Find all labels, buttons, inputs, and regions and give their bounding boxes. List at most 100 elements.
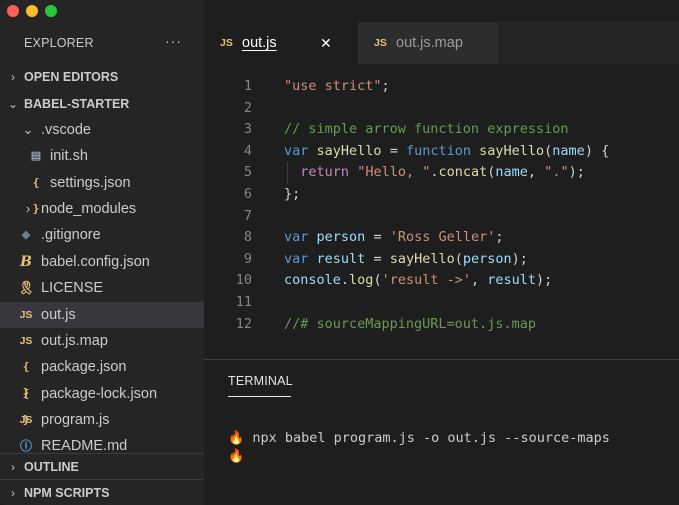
open-editors-label: OPEN EDITORS [24,70,119,84]
terminal-line: 🔥 [228,446,244,466]
tab-out-js[interactable]: JS out.js ✕ [204,22,358,64]
tree-item[interactable]: { } settings.json [0,170,204,215]
tree-item[interactable]: JS program.js [0,407,204,433]
tree-item[interactable]: JS out.js.map [0,328,204,354]
tree-item[interactable]: JS out.js [0,302,204,328]
tree-item-label: settings.json [50,175,131,191]
code-text: var sayHello = function sayHello(name) { [284,142,610,159]
vscode-window: EXPLORER ··· › OPEN EDITORS ⌄ BABEL-STAR… [0,0,679,505]
tree-item[interactable]: Bbabel.config.json [0,249,204,275]
tree-item-label: out.js.map [41,333,108,349]
code-line: 8 var person = 'Ross Geller'; [204,227,679,249]
project-label: BABEL-STARTER [24,97,130,111]
line-number: 7 [243,207,252,224]
open-editors-section[interactable]: › OPEN EDITORS [0,64,204,90]
tree-item[interactable]: › node_modules [0,196,204,222]
code-line: 12 //# sourceMappingURL=out.js.map [204,314,679,336]
close-icon[interactable]: ✕ [320,22,332,64]
tree-item-label: node_modules [41,201,137,217]
chevron-down-icon: ⌄ [22,122,34,137]
tree-item[interactable]: { } package.json [0,354,204,399]
zoom-window-button[interactable] [45,5,57,17]
code-line: 5 return "Hello, ".concat(name, "."); [204,162,679,184]
code-line: 9 var result = sayHello(person); [204,249,679,271]
tree-item-label: LICENSE [41,280,104,296]
project-section[interactable]: ⌄ BABEL-STARTER [0,91,204,117]
shell-file-icon: ▤ [30,150,42,162]
tree-item-label: babel.config.json [41,254,150,270]
terminal-line: 🔥 npx babel program.js -o out.js --sourc… [228,428,610,448]
outline-section[interactable]: › OUTLINE [0,453,204,480]
tree-item[interactable]: { } package-lock.json [0,381,204,426]
explorer-title: EXPLORER [24,36,94,50]
line-number: 9 [243,250,252,267]
code-line: 7 [204,206,679,228]
fire-prompt-icon: 🔥 [228,449,245,464]
close-window-button[interactable] [7,5,19,17]
line-number: 12 [235,315,252,332]
js-file-icon: JS [19,335,33,347]
minimize-window-button[interactable] [26,5,38,17]
chevron-down-icon: ⌄ [7,97,19,111]
tab-label: out.js [242,35,277,51]
tab-terminal[interactable]: TERMINAL [228,374,293,388]
code-line: 4 var sayHello = function sayHello(name) … [204,141,679,163]
js-file-icon: JS [220,37,233,49]
tree-item-label: package-lock.json [41,386,158,402]
tree-item-label: .vscode [41,122,91,138]
code-line: 6}; [204,184,679,206]
editor-tab-bar: JS out.js ✕ JS out.js.map [204,22,679,64]
tree-item-label: program.js [41,412,110,428]
code-line: 2 [204,98,679,120]
tree-item-label: package.json [41,359,127,375]
js-file-icon: JS [19,414,33,426]
code-text: var result = sayHello(person); [284,250,528,267]
active-tab-indicator [228,396,291,397]
chevron-right-icon: › [11,460,15,474]
code-text: // simple arrow function expression [284,121,569,138]
npm-scripts-section[interactable]: › NPM SCRIPTS [0,479,204,505]
tree-item[interactable]: ◆ .gitignore [0,222,204,248]
code-text: return "Hello, ".concat(name, "."); [300,164,585,181]
tree-item[interactable]: ▤ init.sh [0,143,204,169]
line-number: 1 [243,78,252,94]
more-actions-icon[interactable]: ··· [165,33,182,49]
tree-item[interactable]: ⌄ .vscode [0,117,204,143]
code-line: 1 "use strict"; [204,76,679,98]
line-number: 11 [235,294,252,310]
code-text: }; [284,186,301,202]
line-number: 4 [243,142,252,159]
chevron-right-icon: › [25,201,31,216]
code-text: var person = 'Ross Geller'; [284,229,504,246]
line-number: 3 [243,121,252,138]
code-line: 10 console.log('result ->', result); [204,270,679,292]
tree-item[interactable]: 🎗 LICENSE [0,275,204,301]
babel-file-icon: B [20,254,32,270]
git-file-icon: ◆ [21,229,31,241]
code-text: //# sourceMappingURL=out.js.map [284,315,536,332]
code-editor[interactable]: 1 "use strict"; 2 3 // simple arrow function… [204,64,679,359]
terminal-command: npx babel program.js -o out.js --source-… [244,430,610,446]
code-line: 11 [204,292,679,314]
npm-scripts-label: NPM SCRIPTS [24,486,110,500]
line-number: 10 [235,272,252,289]
chevron-right-icon: › [11,70,15,84]
line-number: 8 [243,229,252,246]
line-number: 5 [243,164,252,181]
js-file-icon: JS [374,37,387,49]
code-line: 3 // simple arrow function expression [204,119,679,141]
code-text: console.log('result ->', result); [284,272,553,289]
window-controls [7,5,57,17]
code-text: "use strict"; [284,78,390,94]
tab-label: out.js.map [396,35,463,51]
chevron-right-icon: › [11,486,15,500]
tree-item-label: out.js [41,307,76,323]
tab-out-js-map[interactable]: JS out.js.map [358,22,498,64]
fire-prompt-icon: 🔥 [228,431,245,446]
terminal-panel: TERMINAL 🔥 npx babel program.js -o out.j… [204,359,679,505]
tree-item-label: init.sh [50,148,88,164]
line-number: 2 [243,99,252,116]
outline-label: OUTLINE [24,460,79,474]
license-file-icon: 🎗 [18,280,35,295]
explorer-header: EXPLORER ··· [24,33,184,52]
